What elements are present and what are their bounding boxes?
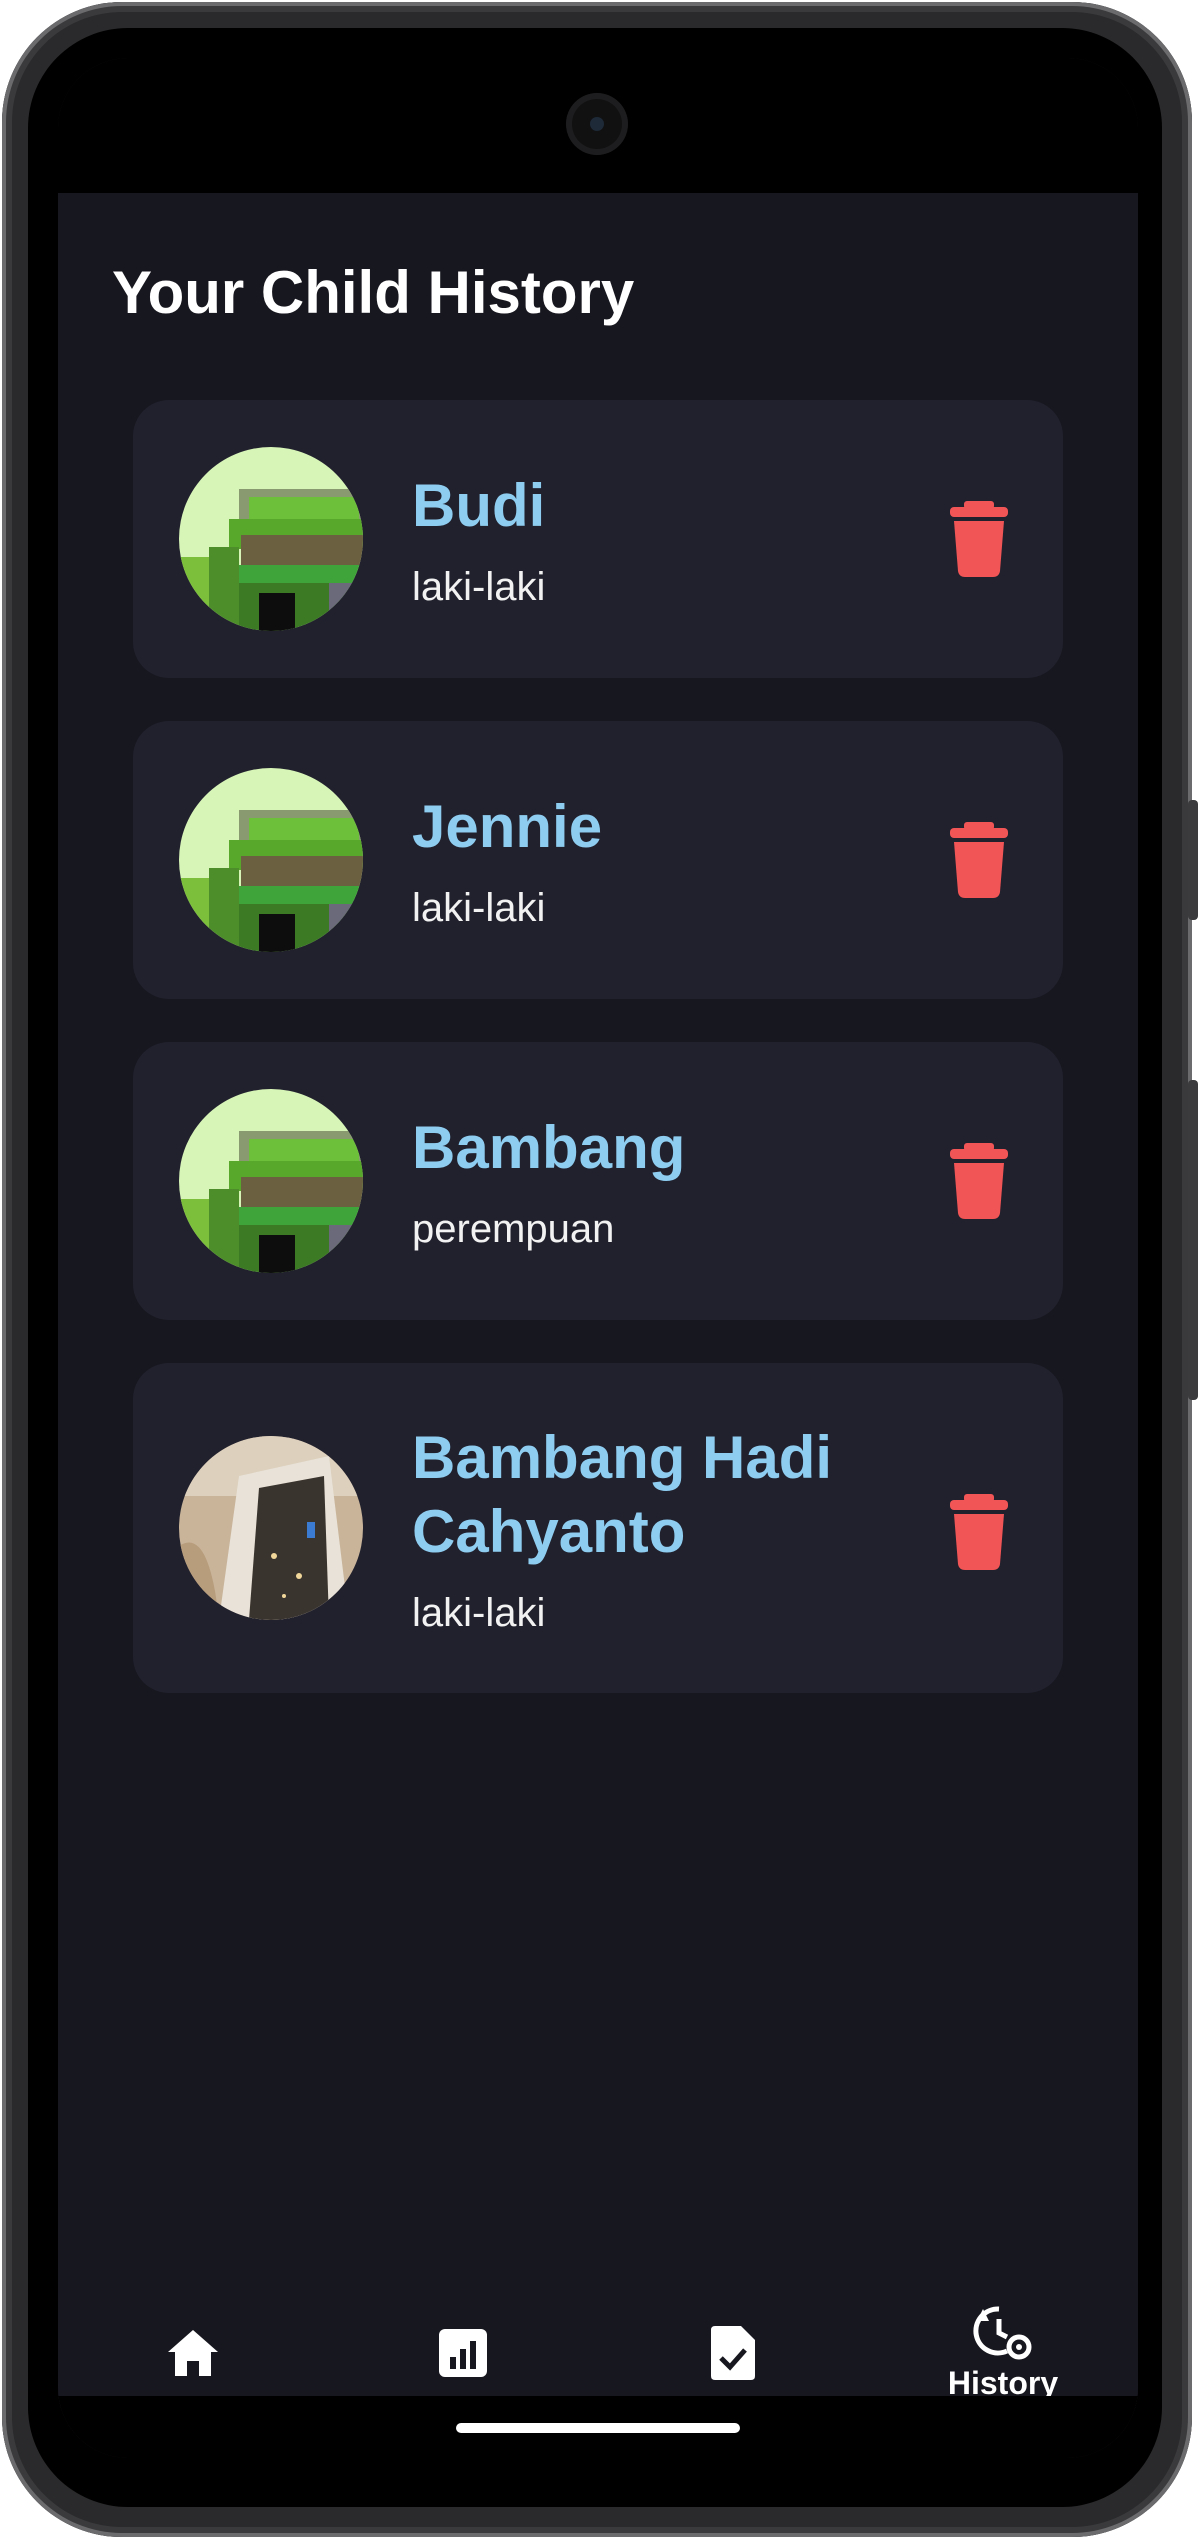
status-bar: [58, 58, 1138, 193]
child-card[interactable]: Jennie laki-laki: [133, 721, 1063, 999]
pixel-art-avatar-image: [179, 1089, 363, 1273]
child-history-list: Budi laki-laki Jennie laki-laki Bambang …: [133, 400, 1063, 1736]
child-gender: perempuan: [412, 1206, 615, 1251]
side-button: [1188, 1080, 1198, 1400]
child-card[interactable]: Bambang Hadi Cahyanto laki-laki: [133, 1363, 1063, 1693]
side-button: [1188, 800, 1198, 920]
child-info: Jennie laki-laki: [412, 790, 602, 931]
page-title: Your Child History: [112, 259, 635, 326]
pixel-art-avatar-image: [179, 768, 363, 952]
child-info: Bambang Hadi Cahyanto laki-laki: [412, 1421, 892, 1636]
screen: Your Child History Budi laki-laki Jennie…: [58, 58, 1138, 2458]
delete-button[interactable]: [944, 1494, 1014, 1570]
home-icon: [168, 2330, 218, 2376]
delete-button[interactable]: [944, 1143, 1014, 1219]
child-card[interactable]: Bambang perempuan: [133, 1042, 1063, 1320]
child-name: Budi: [412, 471, 546, 539]
photo-avatar-image: [179, 1436, 363, 1620]
child-info: Budi laki-laki: [412, 469, 545, 610]
child-card[interactable]: Budi laki-laki: [133, 400, 1063, 678]
front-camera: [566, 93, 628, 155]
child-avatar: [179, 447, 363, 631]
child-avatar: [179, 768, 363, 952]
trash-icon: [950, 822, 1008, 898]
child-gender: laki-laki: [412, 885, 546, 930]
child-avatar: [179, 1436, 363, 1620]
child-gender: laki-laki: [412, 1590, 546, 1635]
trash-icon: [950, 1494, 1008, 1570]
history-settings-icon: [973, 2305, 1032, 2359]
trash-icon: [950, 1143, 1008, 1219]
document-check-icon: [711, 2326, 755, 2380]
trash-icon: [950, 501, 1008, 577]
delete-button[interactable]: [944, 822, 1014, 898]
home-indicator[interactable]: [456, 2423, 740, 2433]
child-avatar: [179, 1089, 363, 1273]
child-gender: laki-laki: [412, 564, 546, 609]
child-name: Bambang Hadi Cahyanto: [412, 1423, 833, 1565]
pixel-art-avatar-image: [179, 447, 363, 631]
child-name: Jennie: [412, 792, 603, 860]
chart-icon: [439, 2329, 487, 2377]
child-info: Bambang perempuan: [412, 1111, 685, 1252]
delete-button[interactable]: [944, 501, 1014, 577]
child-name: Bambang: [412, 1113, 686, 1181]
